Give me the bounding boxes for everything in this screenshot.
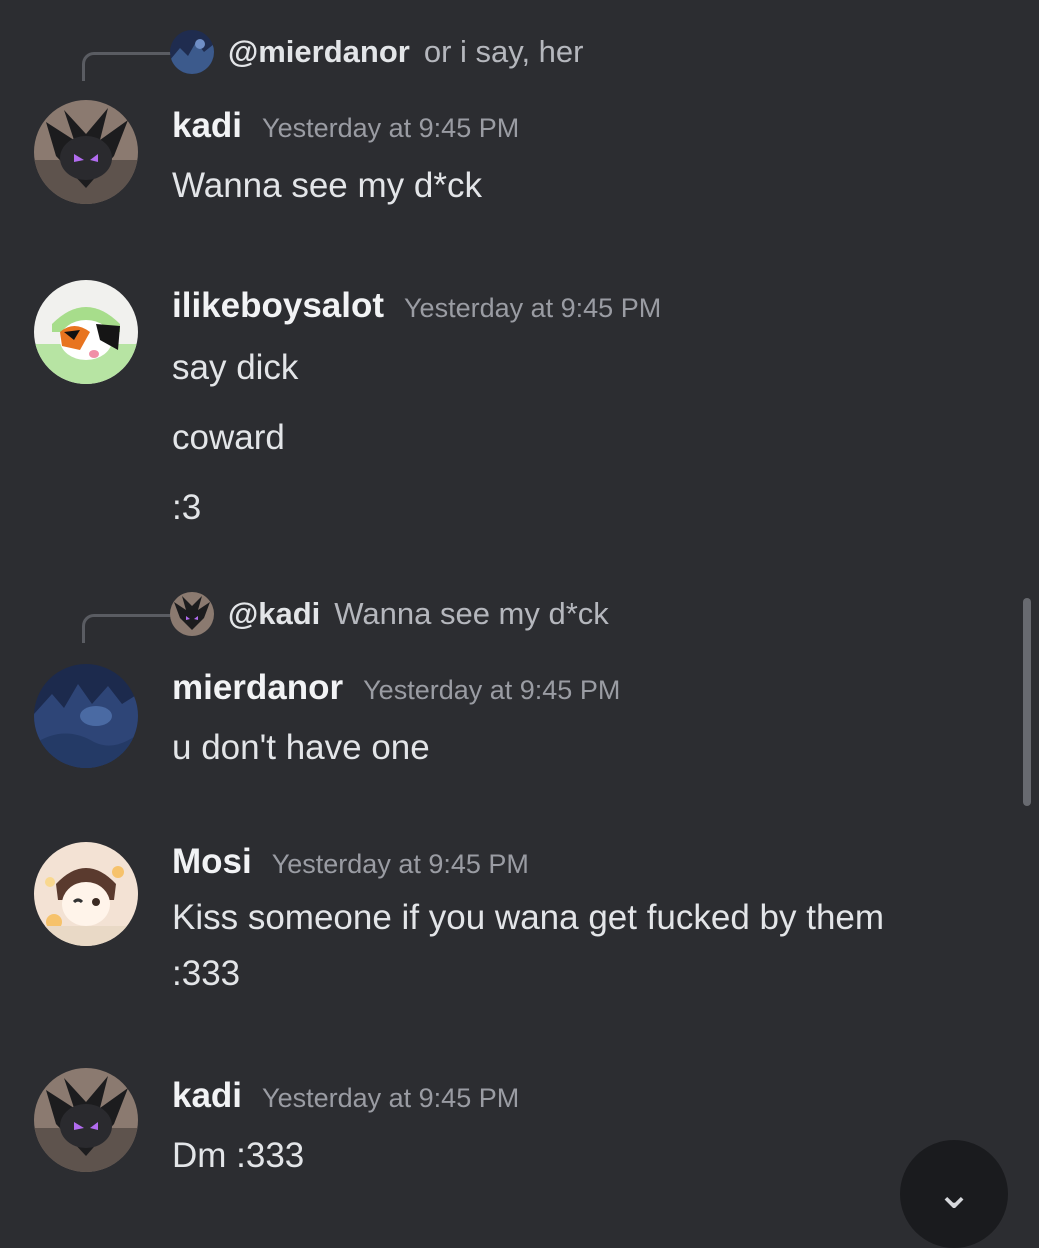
message-timestamp: Yesterday at 9:45 PM	[262, 113, 520, 143]
username-text[interactable]: mierdanor	[172, 668, 343, 707]
reply-preview[interactable]: @kadi Wanna see my d*ck	[170, 590, 609, 638]
message-username[interactable]: ilikeboysalot Yesterday at 9:45 PM	[172, 286, 661, 328]
message-text: :3	[172, 488, 202, 527]
reply-snippet: Wanna see my d*ck	[334, 596, 609, 631]
message-text: Wanna see my d*ck	[172, 166, 482, 205]
message-text: coward	[172, 418, 285, 457]
reply-connector	[82, 614, 173, 643]
message-timestamp: Yesterday at 9:45 PM	[363, 675, 621, 705]
reply-preview[interactable]: @mierdanor or i say, her	[170, 28, 583, 76]
scrollbar-thumb[interactable]	[1023, 598, 1031, 806]
message-timestamp: Yesterday at 9:45 PM	[404, 293, 662, 323]
username-text[interactable]: ilikeboysalot	[172, 286, 384, 325]
message-timestamp: Yesterday at 9:45 PM	[271, 849, 529, 879]
message-username[interactable]: Mosi Yesterday at 9:45 PM	[172, 842, 529, 884]
reply-avatar-mierdanor	[170, 30, 214, 74]
message-text: :333	[172, 954, 241, 993]
reply-avatar-kadi	[170, 592, 214, 636]
avatar-mierdanor[interactable]	[34, 664, 138, 768]
message-text: say dick	[172, 348, 299, 387]
avatar-kadi[interactable]	[34, 100, 138, 204]
username-text[interactable]: kadi	[172, 106, 242, 145]
message-username[interactable]: kadi Yesterday at 9:45 PM	[172, 1076, 519, 1118]
username-text[interactable]: Mosi	[172, 842, 252, 881]
message-timestamp: Yesterday at 9:45 PM	[262, 1083, 520, 1113]
message-text: Dm :333	[172, 1136, 305, 1175]
message-username[interactable]: kadi Yesterday at 9:45 PM	[172, 106, 519, 148]
avatar-kadi[interactable]	[34, 1068, 138, 1172]
avatar-mosi[interactable]	[34, 842, 138, 946]
reply-username[interactable]: @kadi	[228, 596, 320, 632]
reply-username[interactable]: @mierdanor	[228, 34, 410, 70]
message-text: Kiss someone if you wana get fucked by t…	[172, 898, 885, 937]
reply-snippet: or i say, her	[423, 34, 584, 69]
username-text[interactable]: kadi	[172, 1076, 242, 1115]
message-text: u don't have one	[172, 728, 430, 767]
jump-to-bottom-button[interactable]: ⌄	[900, 1140, 1008, 1248]
message-username[interactable]: mierdanor Yesterday at 9:45 PM	[172, 668, 620, 710]
reply-connector	[82, 52, 173, 81]
avatar-ilikeboysalot[interactable]	[34, 280, 138, 384]
chevron-down-icon: ⌄	[935, 1169, 973, 1218]
